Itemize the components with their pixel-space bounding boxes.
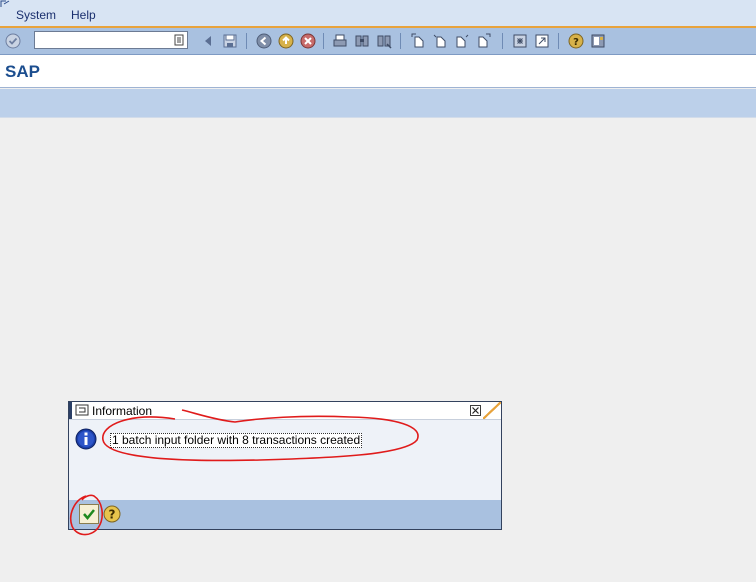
title-bar: SAP [0,55,756,88]
shortcut-icon[interactable] [533,32,551,50]
command-field-history-icon[interactable] [173,33,185,47]
dialog-title: Information [92,404,153,418]
window-icon [75,404,89,416]
command-field[interactable] [34,31,188,49]
find-icon[interactable] [353,32,371,50]
svg-text:?: ? [109,508,116,522]
application-toolbar [0,89,756,118]
exit-icon[interactable] [277,32,295,50]
close-icon[interactable] [470,405,481,416]
next-page-icon[interactable] [453,32,471,50]
previous-page-icon[interactable] [431,32,449,50]
info-icon [75,428,97,450]
print-icon[interactable] [331,32,349,50]
find-next-icon[interactable] [375,32,393,50]
page-title: SAP [5,62,40,81]
ok-button[interactable] [79,504,99,524]
dialog-header: Information [69,402,501,420]
help-button[interactable]: ? [102,504,122,524]
menu-system[interactable]: System [16,8,56,22]
save-icon[interactable] [221,32,239,50]
help-icon[interactable]: ? [567,32,585,50]
window-icon [0,0,10,7]
back-icon[interactable] [199,32,217,50]
last-page-icon[interactable] [475,32,493,50]
dialog-footer: ? [69,500,501,529]
enter-icon[interactable] [4,32,22,50]
cancel-icon[interactable] [299,32,317,50]
svg-text:?: ? [573,37,579,48]
information-dialog: Information 1 batch input folder with 8 … [68,401,502,530]
menu-bar: System Help [0,0,756,28]
layout-menu-icon[interactable] [589,32,607,50]
menu-help[interactable]: Help [71,8,96,22]
back-nav-icon[interactable] [255,32,273,50]
dialog-message: 1 batch input folder with 8 transactions… [110,433,363,448]
help-icon: ? [103,505,121,523]
create-session-icon[interactable] [511,32,529,50]
ok-check-icon [83,509,95,520]
first-page-icon[interactable] [409,32,427,50]
